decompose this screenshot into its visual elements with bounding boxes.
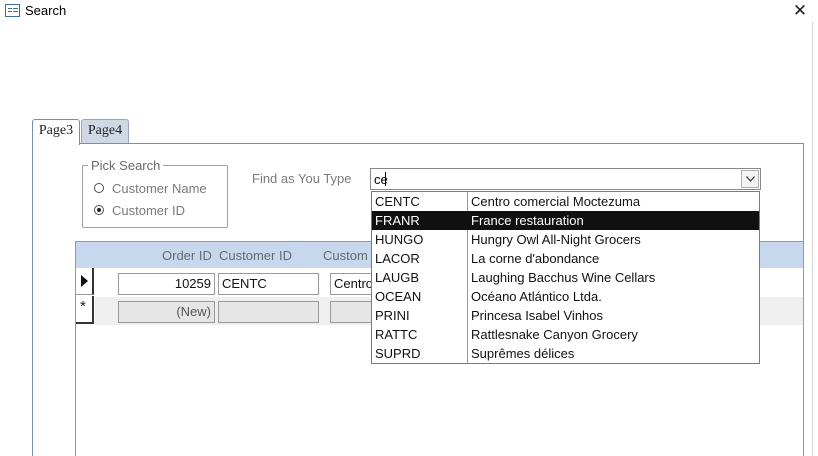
record-selector[interactable]	[76, 268, 94, 295]
find-combo-box[interactable]	[370, 168, 761, 190]
new-record-star-icon: *	[80, 298, 86, 315]
window-title: Search	[25, 3, 67, 18]
find-as-you-type-label: Find as You Type	[252, 171, 352, 186]
customer-name: Océano Atlántico Ltda.	[471, 289, 602, 304]
chevron-down-icon	[746, 176, 755, 182]
customer-code: RATTC	[375, 327, 418, 342]
list-item[interactable]: CENTC Centro comercial Moctezuma	[372, 192, 759, 211]
close-button[interactable]: ✕	[790, 1, 810, 21]
new-order-id-cell[interactable]: (New)	[118, 301, 215, 323]
new-record-selector[interactable]: *	[76, 296, 94, 324]
option-label: Customer ID	[112, 202, 185, 218]
customer-code: SUPRD	[375, 346, 421, 361]
new-customer-id-cell[interactable]	[218, 301, 319, 323]
customer-name: Centro comercial Moctezuma	[471, 194, 641, 209]
customer-code: LACOR	[375, 251, 420, 266]
dropdown-button[interactable]	[741, 170, 759, 188]
current-record-arrow-icon	[81, 275, 88, 287]
title-bar: Search ✕	[0, 0, 818, 22]
list-item[interactable]: HUNGO Hungry Owl All-Night Grocers	[372, 230, 759, 249]
tab-page4[interactable]: Page4	[81, 119, 129, 143]
list-item[interactable]: LACOR La corne d'abondance	[372, 249, 759, 268]
find-input[interactable]	[374, 171, 734, 187]
text-caret	[385, 172, 386, 186]
radio-button[interactable]	[94, 183, 104, 193]
customer-name: La corne d'abondance	[471, 251, 600, 266]
list-item[interactable]: RATTC Rattlesnake Canyon Grocery	[372, 325, 759, 344]
option-customer-name[interactable]: Customer Name	[94, 179, 207, 197]
customer-name: Suprêmes délices	[471, 346, 575, 361]
list-item[interactable]: PRINI Princesa Isabel Vinhos	[372, 306, 759, 325]
customer-name: France restauration	[471, 213, 584, 228]
list-item[interactable]: SUPRD Suprêmes délices	[372, 344, 759, 363]
customer-code: CENTC	[375, 194, 420, 209]
window-edge	[812, 22, 813, 456]
customer-code: FRANR	[375, 213, 420, 228]
order-id-cell[interactable]: 10259	[118, 273, 215, 295]
customer-name: Laughing Bacchus Wine Cellars	[471, 270, 656, 285]
customer-code: PRINI	[375, 308, 410, 323]
customer-id-cell[interactable]: CENTC	[218, 273, 319, 295]
customer-code: HUNGO	[375, 232, 424, 247]
customer-name: Hungry Owl All-Night Grocers	[471, 232, 641, 247]
column-header-customer: Custom	[323, 248, 368, 263]
radio-button-selected[interactable]	[94, 205, 104, 215]
customer-code: LAUGB	[375, 270, 420, 285]
results-dropdown[interactable]: CENTC Centro comercial Moctezuma FRANR F…	[371, 191, 760, 364]
customer-code: OCEAN	[375, 289, 422, 304]
column-header-order-id: Order ID	[162, 248, 212, 263]
column-header-customer-id: Customer ID	[219, 248, 292, 263]
list-item[interactable]: OCEAN Océano Atlántico Ltda.	[372, 287, 759, 306]
pick-search-legend: Pick Search	[88, 158, 164, 173]
tab-page3[interactable]: Page3	[32, 119, 80, 145]
customer-cell[interactable]: Centro	[330, 273, 375, 295]
option-customer-id[interactable]: Customer ID	[94, 201, 185, 219]
form-icon	[5, 4, 20, 17]
customer-name: Rattlesnake Canyon Grocery	[471, 327, 638, 342]
option-label: Customer Name	[112, 180, 207, 196]
list-item[interactable]: LAUGB Laughing Bacchus Wine Cellars	[372, 268, 759, 287]
list-item-selected[interactable]: FRANR France restauration	[372, 211, 759, 230]
new-customer-cell[interactable]	[330, 301, 375, 323]
customer-name: Princesa Isabel Vinhos	[471, 308, 604, 323]
